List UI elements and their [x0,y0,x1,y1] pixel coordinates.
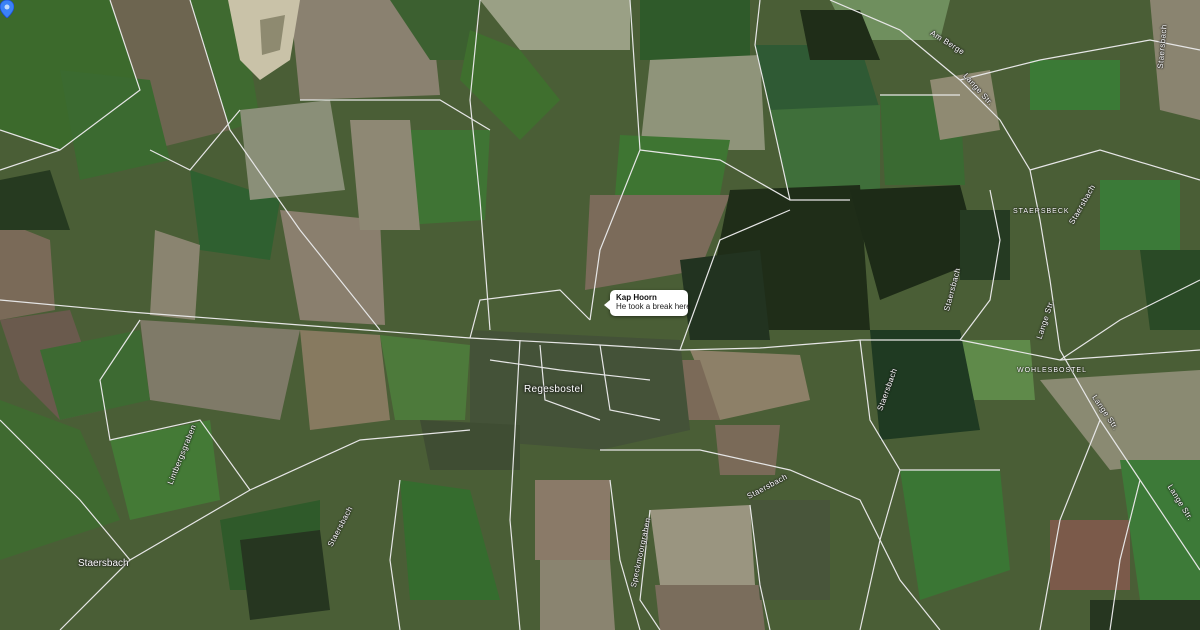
place-label-staersbach-sw: Staersbach [78,558,129,569]
hamlet-label-wohlesbostel: WOHLESBOSTEL [1017,367,1087,374]
location-pin-icon[interactable] [0,0,14,18]
marker-popup: Kap Hoorn He took a break here [604,290,691,316]
popup-description: He took a break here [616,302,691,311]
satellite-imagery [0,0,1200,630]
village-label-regesbostel: Regesbostel [524,384,583,395]
satellite-map[interactable]: Am Berge Lange Str. Lange Str. Lange Str… [0,0,1200,630]
popup-title: Kap Hoorn [616,293,657,302]
hamlet-label-staersbeck: STAERSBECK [1013,208,1070,215]
